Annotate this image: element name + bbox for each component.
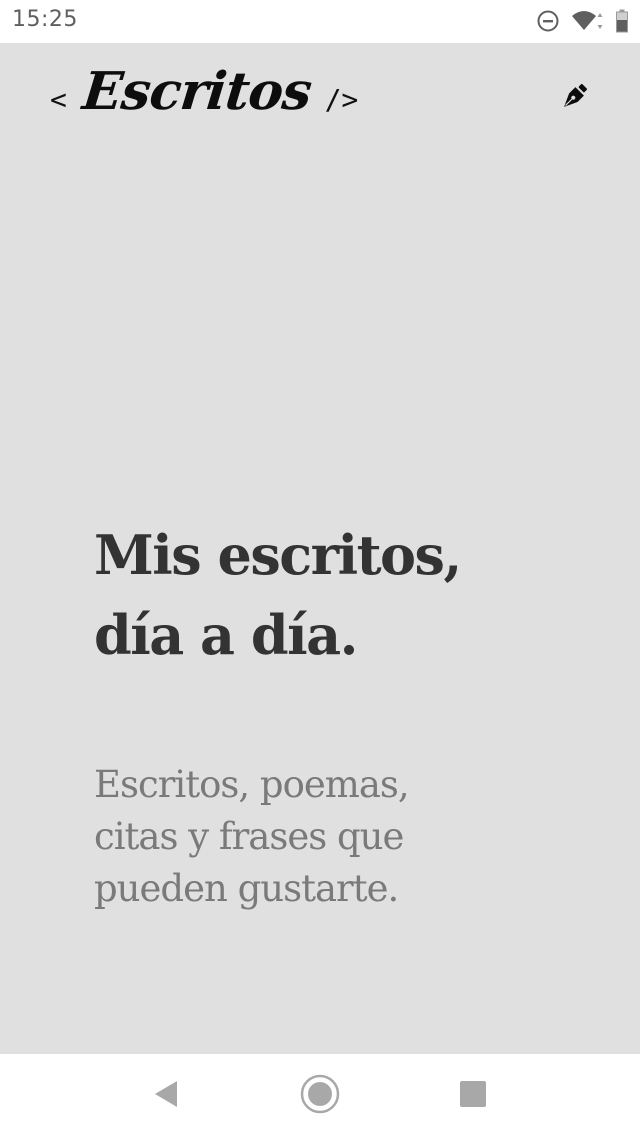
home-icon [300,1074,340,1118]
brand-close-bracket: /> [324,83,359,116]
back-icon [152,1079,180,1113]
wifi-icon [570,9,606,33]
hero-subtitle-line-2: citas y frases que [94,815,404,858]
hero-title-line-2: día a día. [94,603,358,667]
brand-open-bracket: < [50,83,67,116]
home-button[interactable] [298,1074,342,1118]
hero-subtitle-line-1: Escritos, poemas, [94,763,410,806]
pen-nib-icon [558,81,590,117]
app-content: < Escritos /> Mis escritos, día a día. E… [0,43,640,1054]
status-icons [536,9,628,33]
brand-logo[interactable]: < Escritos /> [50,61,358,122]
recents-icon [459,1080,487,1112]
back-button[interactable] [144,1074,188,1118]
hero-title: Mis escritos, día a día. [94,515,574,675]
recents-button[interactable] [451,1074,495,1118]
hero-section: Mis escritos, día a día. Escritos, poema… [94,515,574,915]
battery-icon [616,9,628,33]
brand-name: Escritos [79,61,314,122]
hero-subtitle-line-3: pueden gustarte. [94,867,399,910]
hero-subtitle: Escritos, poemas, citas y frases que pue… [94,759,574,915]
do-not-disturb-icon [536,9,560,33]
hero-title-line-1: Mis escritos, [94,523,462,587]
write-button[interactable] [556,81,592,117]
navigation-bar [0,1054,640,1138]
status-bar: 15:25 [0,0,640,43]
status-time: 15:25 [12,7,78,32]
